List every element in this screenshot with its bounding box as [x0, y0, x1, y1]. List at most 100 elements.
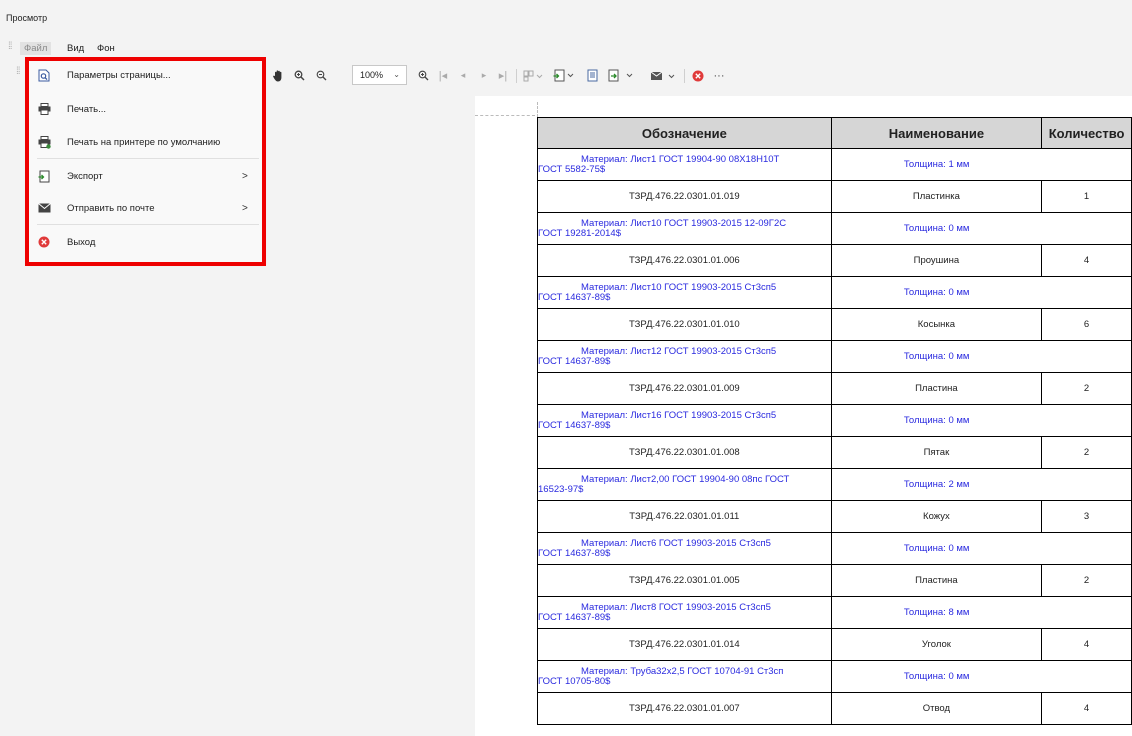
designation-cell: ТЗРД.476.22.0301.01.005 [537, 564, 832, 597]
quantity-cell: 6 [1041, 308, 1132, 341]
send-mail-icon[interactable] [650, 68, 678, 83]
more-options-icon[interactable]: ··· [712, 68, 726, 83]
empty-cell [1041, 276, 1132, 309]
material-line2: ГОСТ 14637-89$ [538, 291, 611, 303]
name-cell: Проушина [830, 244, 1043, 277]
printer-icon [37, 102, 51, 116]
menu-item-label: Параметры страницы... [67, 69, 171, 81]
designation-cell: ТЗРД.476.22.0301.01.014 [537, 628, 832, 661]
empty-cell [1041, 404, 1132, 437]
designation-cell: ТЗРД.476.22.0301.01.011 [537, 500, 832, 533]
table-header-row: Обозначение Наименование Количество [537, 117, 1132, 149]
thickness-cell: Толщина: 0 мм [830, 212, 1042, 245]
quantity-cell: 4 [1041, 244, 1132, 277]
name-cell: Пластина [830, 372, 1043, 405]
zoom-value: 100% [360, 70, 384, 80]
material-cell: Материал: Лист6 ГОСТ 19903-2015 Ст3сп5 ГО… [537, 532, 832, 565]
table-row: ТЗРД.476.22.0301.01.008 Пятак 2 [537, 436, 1132, 469]
quantity-cell: 4 [1041, 628, 1132, 661]
table-row: ТЗРД.476.22.0301.01.007 Отвод 4 [537, 692, 1132, 725]
menu-item-exit[interactable]: Выход [27, 227, 262, 257]
exit-icon [37, 235, 51, 249]
stop-icon[interactable] [691, 68, 705, 83]
thickness-cell: Толщина: 0 мм [830, 340, 1042, 373]
thickness-cell: Толщина: 0 мм [830, 532, 1042, 565]
menu-item-print-default[interactable]: Печать на принтере по умолчанию [27, 127, 262, 157]
previous-page-icon[interactable]: ◂ [457, 68, 469, 83]
material-line2: ГОСТ 10705-80$ [538, 675, 611, 687]
empty-cell [1041, 212, 1132, 245]
mail-icon [37, 201, 51, 215]
material-line2: ГОСТ 5582-75$ [538, 163, 606, 175]
menu-separator [37, 224, 259, 225]
empty-cell [1041, 148, 1132, 181]
empty-cell [1041, 340, 1132, 373]
thickness-cell: Толщина: 0 мм [830, 660, 1042, 693]
open-icon[interactable] [552, 68, 578, 83]
material-row: Материал: Лист10 ГОСТ 19903-2015 Ст3сп5 Г… [537, 276, 1132, 309]
thickness-cell: Толщина: 0 мм [830, 404, 1042, 437]
page-margin-guide [475, 115, 535, 116]
menu-item-export[interactable]: Экспорт > [27, 161, 262, 191]
table-row: ТЗРД.476.22.0301.01.009 Пластина 2 [537, 372, 1132, 405]
zoom-out-icon[interactable] [314, 68, 328, 83]
page-icon[interactable] [586, 68, 598, 83]
default-printer-icon [37, 135, 51, 149]
multipage-icon[interactable] [522, 68, 544, 83]
last-page-icon[interactable]: ▸| [497, 68, 509, 83]
menu-background[interactable]: Фон [95, 43, 117, 54]
file-menu-dropdown: Параметры страницы... Печать... Печать н… [27, 60, 264, 263]
menu-item-page-setup[interactable]: Параметры страницы... [27, 60, 262, 90]
table-row: ТЗРД.476.22.0301.01.011 Кожух 3 [537, 500, 1132, 533]
hand-tool-icon[interactable] [270, 68, 286, 83]
next-page-icon[interactable]: ▸ [478, 68, 490, 83]
column-header-designation: Обозначение [537, 117, 832, 149]
zoom-in-icon[interactable] [416, 68, 430, 83]
export-icon [37, 169, 51, 183]
column-header-quantity: Количество [1041, 117, 1132, 149]
material-line1: Материал: Труба32х2,5 ГОСТ 10704-91 Ст3с… [581, 665, 784, 677]
first-page-icon[interactable]: |◂ [437, 68, 449, 83]
material-row: Материал: Лист6 ГОСТ 19903-2015 Ст3сп5 ГО… [537, 532, 1132, 565]
material-line2: ГОСТ 14637-89$ [538, 547, 611, 559]
menu-file[interactable]: Файл [20, 42, 52, 55]
title-bar: Просмотр [0, 0, 1132, 36]
empty-cell [1041, 660, 1132, 693]
material-row: Материал: Лист12 ГОСТ 19903-2015 Ст3сп5 Г… [537, 340, 1132, 373]
thickness-cell: Толщина: 8 мм [830, 596, 1042, 629]
menubar-grip-icon[interactable]: ⁞⁞ [8, 42, 14, 57]
empty-cell [1041, 468, 1132, 501]
material-line1: Материал: Лист12 ГОСТ 19903-2015 Ст3сп5 [581, 345, 777, 357]
toolbar-separator [516, 69, 517, 83]
name-cell: Пластина [830, 564, 1043, 597]
quantity-cell: 1 [1041, 180, 1132, 213]
menu-item-label: Выход [67, 236, 96, 248]
toolbar-separator [684, 69, 685, 83]
material-cell: Материал: Лист8 ГОСТ 19903-2015 Ст3сп5 ГО… [537, 596, 832, 629]
material-cell: Материал: Труба32х2,5 ГОСТ 10704-91 Ст3с… [537, 660, 832, 693]
menu-item-label: Печать... [67, 103, 107, 115]
window-title: Просмотр [6, 13, 48, 23]
export-toolbar-icon[interactable] [607, 68, 637, 83]
material-cell: Материал: Лист16 ГОСТ 19903-2015 Ст3сп5 Г… [537, 404, 832, 437]
material-row: Материал: Лист8 ГОСТ 19903-2015 Ст3сп5 ГО… [537, 596, 1132, 629]
zoom-select[interactable]: 100% ⌄ [352, 65, 407, 85]
material-row: Материал: Лист2,00 ГОСТ 19904-90 08пс ГО… [537, 468, 1132, 501]
name-cell: Кожух [830, 500, 1043, 533]
material-row: Материал: Труба32х2,5 ГОСТ 10704-91 Ст3с… [537, 660, 1132, 693]
material-cell: Материал: Лист2,00 ГОСТ 19904-90 08пс ГО… [537, 468, 832, 501]
menu-item-send-mail[interactable]: Отправить по почте > [27, 193, 262, 223]
material-cell: Материал: Лист10 ГОСТ 19903-2015 12-09Г2… [537, 212, 832, 245]
thickness-cell: Толщина: 0 мм [830, 276, 1042, 309]
quantity-cell: 4 [1041, 692, 1132, 725]
menu-item-print[interactable]: Печать... [27, 94, 262, 124]
material-line1: Материал: Лист2,00 ГОСТ 19904-90 08пс ГО… [581, 473, 790, 485]
material-line1: Материал: Лист10 ГОСТ 19903-2015 Ст3сп5 [581, 281, 777, 293]
table-row: ТЗРД.476.22.0301.01.006 Проушина 4 [537, 244, 1132, 277]
material-line2: ГОСТ 14637-89$ [538, 419, 611, 431]
menu-item-label: Отправить по почте [67, 202, 155, 214]
zoom-in-small-icon[interactable] [292, 68, 306, 83]
report-table: Обозначение Наименование Количество Мате… [537, 117, 1132, 725]
toolbar-grip-icon[interactable]: ⁞⁞ [16, 67, 22, 82]
menu-view[interactable]: Вид [65, 43, 86, 54]
